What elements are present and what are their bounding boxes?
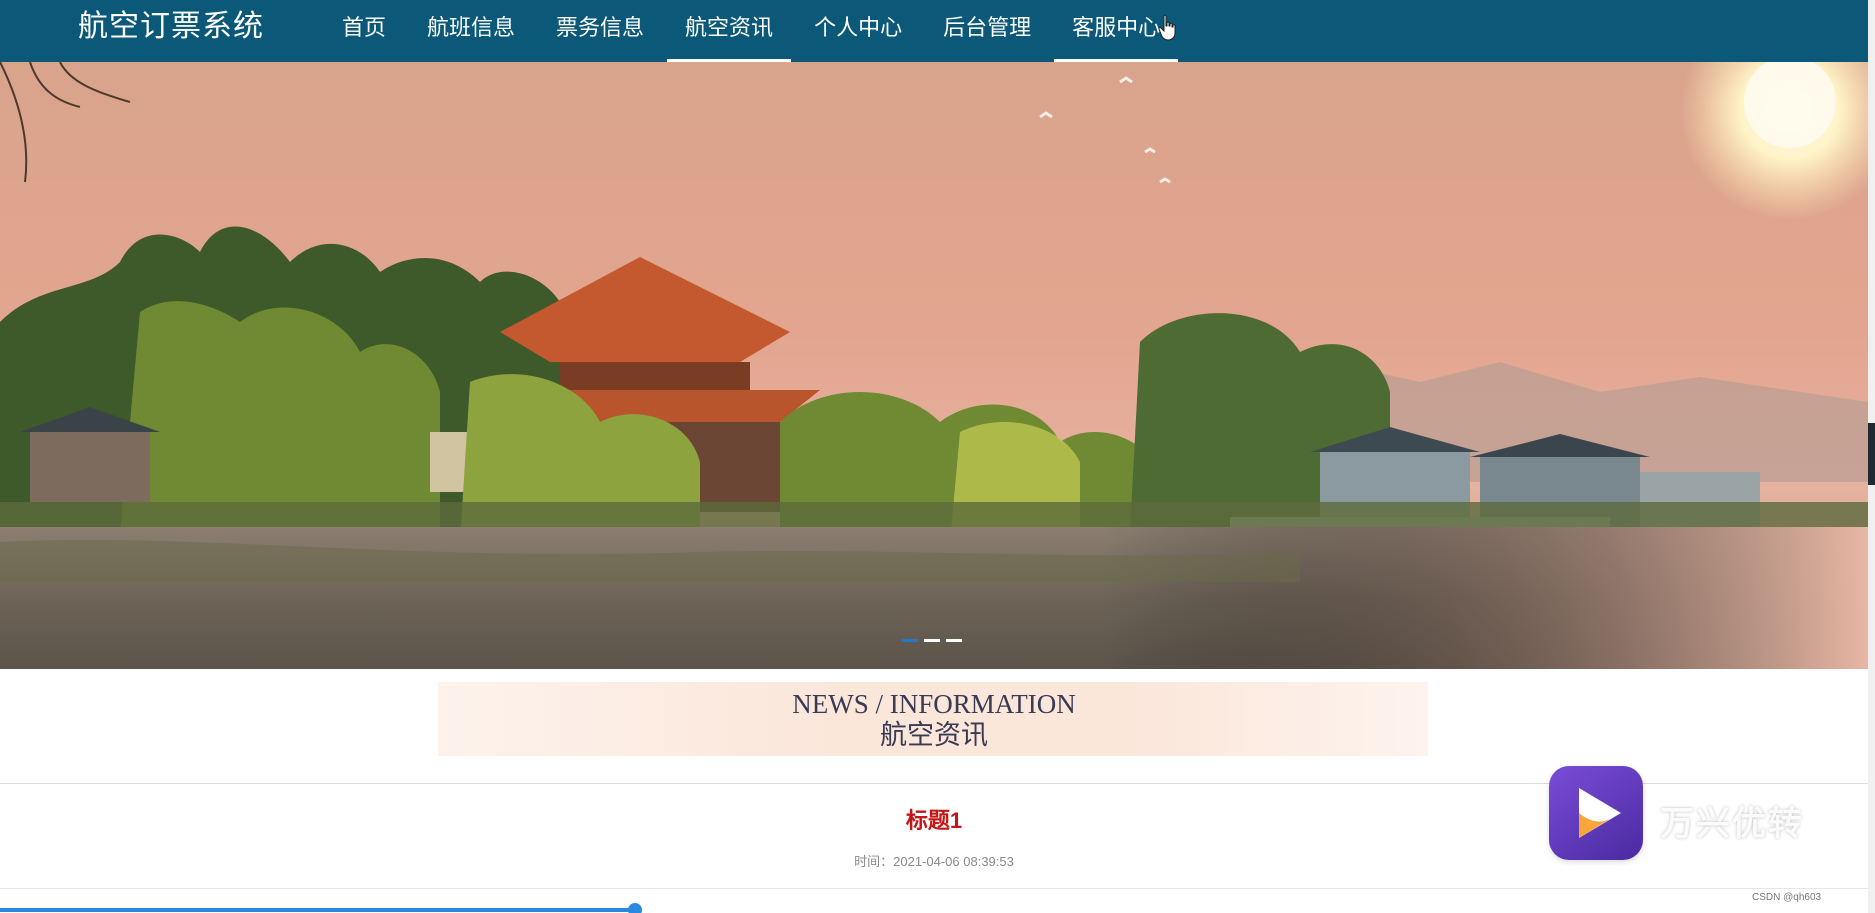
carousel-dot-1[interactable] bbox=[902, 639, 918, 642]
nav-label: 票务信息 bbox=[556, 15, 645, 40]
progress-fill bbox=[0, 908, 636, 912]
watermark: CSDN @qh603 bbox=[1752, 892, 1822, 903]
nav-label: 首页 bbox=[342, 15, 387, 40]
nav-item-news[interactable]: 航空资讯 bbox=[667, 0, 792, 62]
nav-label: 航班信息 bbox=[427, 15, 516, 40]
nav-item-profile[interactable]: 个人中心 bbox=[796, 0, 920, 62]
scrollbar-thumb[interactable] bbox=[1868, 423, 1875, 485]
carousel-indicators bbox=[902, 639, 968, 642]
player-logo-icon[interactable] bbox=[1549, 766, 1643, 860]
player-label: 万兴优转 bbox=[1660, 805, 1804, 843]
progress-knob[interactable] bbox=[628, 903, 643, 913]
nav-item-home[interactable]: 首页 bbox=[324, 0, 404, 62]
hero-banner[interactable] bbox=[0, 62, 1868, 669]
site-brand[interactable]: 航空订票系统 bbox=[78, 9, 264, 45]
main-nav: 首页 航班信息 票务信息 航空资讯 个人中心 后台管理 客服中心 bbox=[324, 0, 1183, 62]
section-title-cn: 航空资讯 bbox=[880, 720, 988, 750]
nav-label: 客服中心 bbox=[1072, 15, 1161, 40]
nav-item-flights[interactable]: 航班信息 bbox=[409, 0, 533, 62]
divider bbox=[0, 888, 1868, 889]
carousel-dot-3[interactable] bbox=[946, 639, 962, 642]
nav-item-tickets[interactable]: 票务信息 bbox=[538, 0, 662, 62]
nav-label: 航空资讯 bbox=[685, 15, 774, 40]
vertical-scrollbar[interactable] bbox=[1868, 0, 1875, 913]
top-navbar: 航空订票系统 首页 航班信息 票务信息 航空资讯 个人中心 后台管理 客服中心 bbox=[0, 0, 1868, 62]
section-title-en: NEWS / INFORMATION bbox=[792, 689, 1076, 719]
nav-item-admin[interactable]: 后台管理 bbox=[925, 0, 1049, 62]
playback-progress[interactable] bbox=[0, 903, 1868, 913]
landscape-illustration bbox=[0, 62, 1868, 669]
nav-label: 后台管理 bbox=[943, 15, 1032, 40]
nav-label: 个人中心 bbox=[814, 15, 903, 40]
hand-cursor-icon bbox=[1158, 14, 1176, 41]
carousel-dot-2[interactable] bbox=[924, 639, 940, 642]
page: 航空订票系统 首页 航班信息 票务信息 航空资讯 个人中心 后台管理 客服中心 bbox=[0, 0, 1875, 913]
